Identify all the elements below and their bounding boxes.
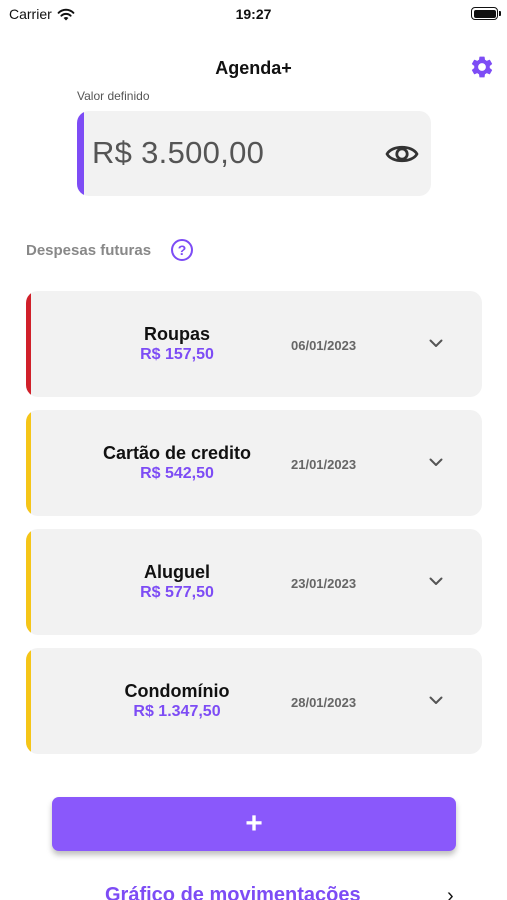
expense-card[interactable]: Roupas R$ 157,50 06/01/2023: [26, 291, 482, 397]
chevron-down-icon[interactable]: [427, 691, 445, 709]
chevron-right-icon[interactable]: ›: [447, 885, 454, 900]
settings-button[interactable]: [467, 52, 497, 82]
chevron-down-icon[interactable]: [427, 453, 445, 471]
balance-accent-bar: [77, 111, 84, 196]
expense-date: 21/01/2023: [291, 457, 357, 472]
expense-status-stripe: [26, 291, 31, 397]
balance-label: Valor definido: [77, 89, 150, 103]
battery-icon: [471, 7, 501, 20]
expense-date: 06/01/2023: [291, 338, 357, 353]
balance-value: R$ 3.500,00: [92, 135, 265, 170]
expense-status-stripe: [26, 410, 31, 516]
gear-icon: [471, 56, 493, 78]
expense-name: Roupas: [143, 324, 210, 344]
expense-status-stripe: [26, 648, 31, 754]
expense-date: 23/01/2023: [291, 576, 357, 591]
chevron-down-icon[interactable]: [427, 334, 445, 352]
clock: 19:27: [235, 6, 272, 22]
expense-card[interactable]: Aluguel R$ 577,50 23/01/2023: [26, 529, 482, 635]
help-button[interactable]: ?: [171, 239, 193, 261]
chevron-down-icon[interactable]: [427, 572, 445, 590]
expense-name: Condomínio: [124, 681, 230, 701]
expense-card[interactable]: Cartão de credito R$ 542,50 21/01/2023: [26, 410, 482, 516]
expense-name: Aluguel: [144, 562, 210, 582]
expense-name: Cartão de credito: [102, 443, 252, 463]
expense-amount: R$ 1.347,50: [133, 703, 221, 720]
expense-amount: R$ 542,50: [140, 465, 214, 482]
plus-icon: +: [245, 807, 263, 840]
expense-amount: R$ 157,50: [140, 346, 214, 363]
expense-status-stripe: [26, 529, 31, 635]
toggle-visibility-button[interactable]: [383, 135, 421, 173]
chart-link[interactable]: Gráfico de movimentações: [105, 884, 361, 900]
expense-date: 28/01/2023: [291, 695, 357, 710]
expense-amount: R$ 577,50: [140, 584, 214, 601]
eye-icon: [385, 145, 419, 163]
expense-card[interactable]: Condomínio R$ 1.347,50 28/01/2023: [26, 648, 482, 754]
balance-card: R$ 3.500,00: [77, 111, 431, 196]
app-title: Agenda+: [215, 58, 292, 78]
section-title: Despesas futuras: [26, 242, 152, 259]
status-bar: Carrier 19:27: [0, 0, 507, 30]
add-expense-button[interactable]: +: [52, 797, 456, 851]
expense-list: Roupas R$ 157,50 06/01/2023 Cartão de cr…: [26, 291, 482, 767]
